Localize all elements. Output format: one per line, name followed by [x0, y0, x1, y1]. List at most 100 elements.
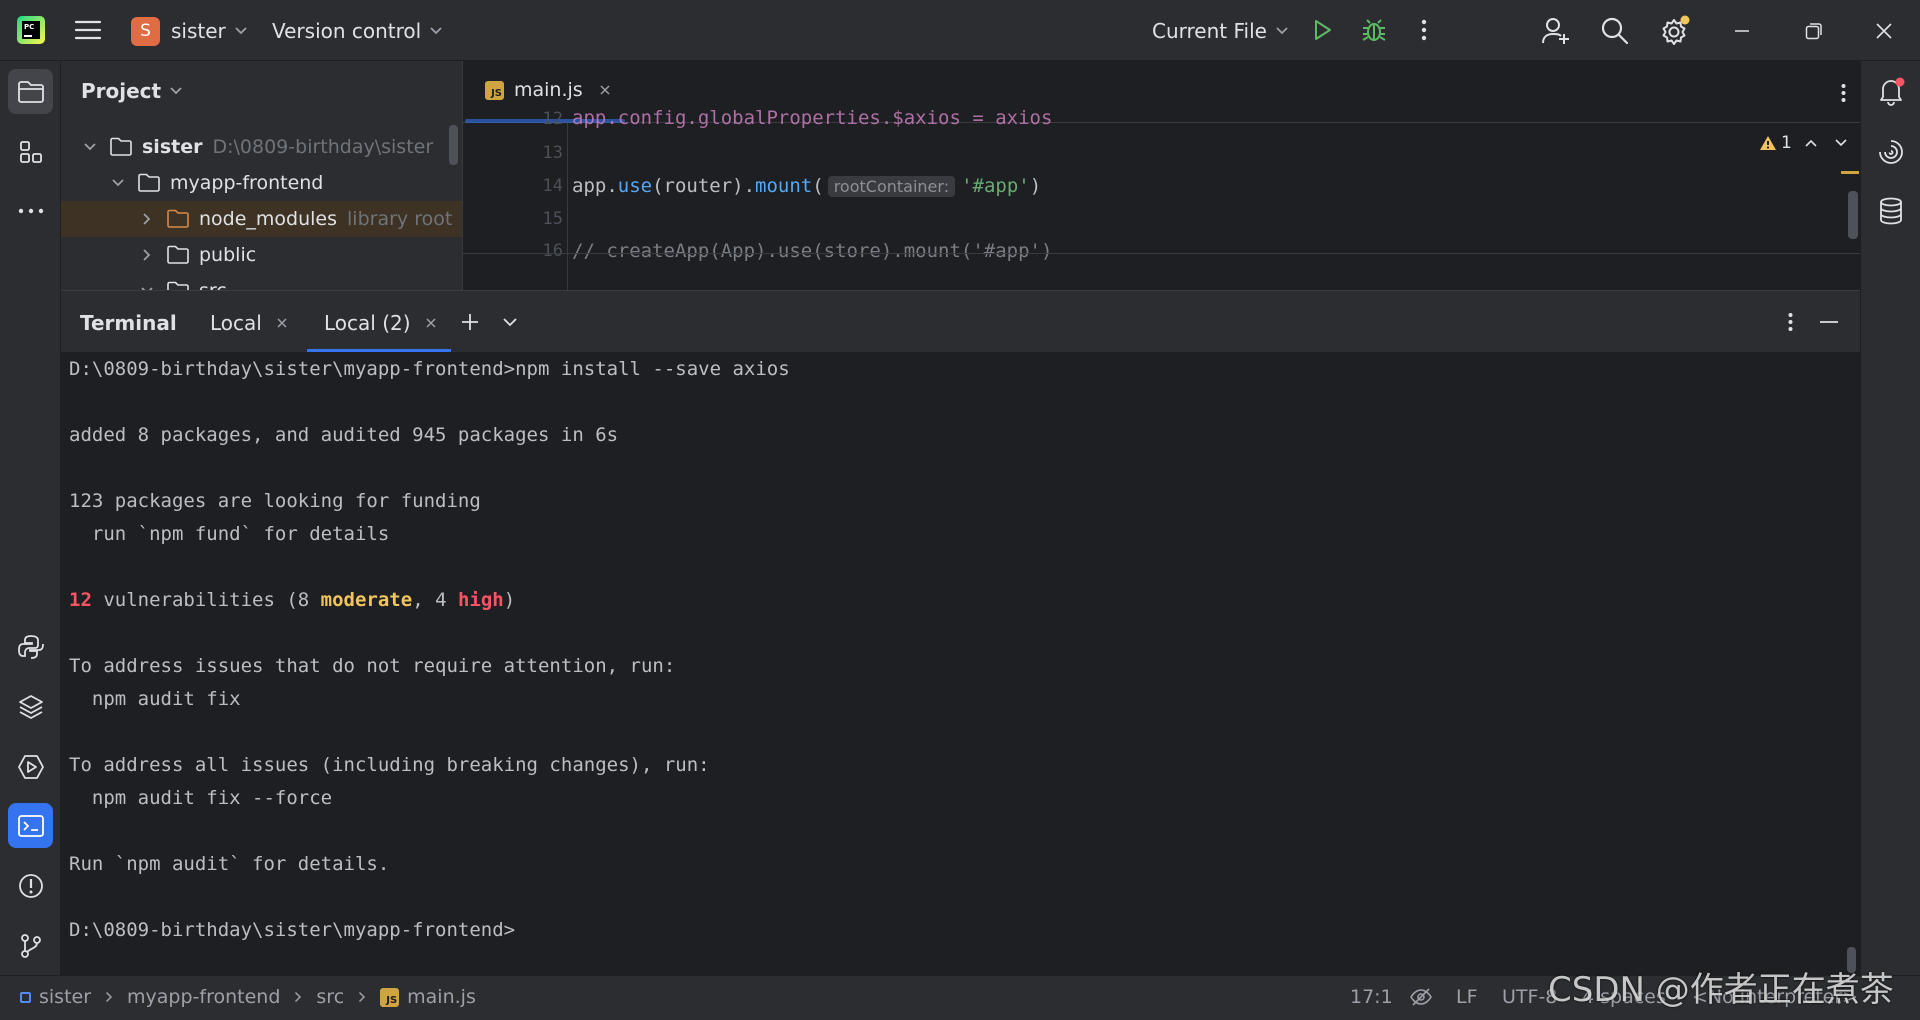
code-token: '#app' — [961, 175, 1030, 197]
tree-item-node-modules[interactable]: node_modules library root — [61, 201, 462, 237]
breadcrumb-item[interactable]: sister — [39, 986, 91, 1008]
hide-panel-minimize-icon[interactable] — [1816, 309, 1842, 335]
ai-assistant-icon[interactable] — [1875, 136, 1907, 168]
structure-icon[interactable] — [8, 129, 53, 174]
code-token: ( — [812, 175, 824, 197]
no-inspections-eye-icon[interactable] — [1410, 988, 1432, 1011]
layers-icon[interactable] — [8, 684, 53, 729]
chevron-down-icon — [169, 86, 183, 96]
terminal-icon[interactable] — [8, 803, 53, 848]
run-config-label: Current File — [1152, 19, 1267, 43]
git-branch-icon[interactable] — [8, 923, 53, 968]
chevron-right-icon — [294, 991, 302, 1003]
previous-highlight-icon[interactable] — [1804, 138, 1818, 148]
terminal-line: D:\0809-birthday\sister\myapp-frontend>n… — [69, 358, 790, 380]
code-line-14: app.use(router).mount(rootContainer: '#ap… — [572, 175, 1041, 197]
project-panel-header[interactable]: Project — [81, 79, 183, 103]
more-tools-icon[interactable] — [8, 188, 53, 233]
search-icon[interactable] — [1600, 16, 1630, 46]
tree-item-hint: library root — [347, 208, 453, 230]
moderate-label: moderate — [320, 589, 413, 611]
tree-item-label: src — [199, 280, 227, 290]
warning-stripe-mark[interactable] — [1841, 171, 1859, 174]
project-selector[interactable]: S sister — [131, 14, 248, 48]
caret-position[interactable]: 17:1 — [1350, 986, 1393, 1008]
terminal-line: npm audit fix — [69, 688, 241, 710]
editor-divider — [463, 253, 1860, 254]
breadcrumb-item[interactable]: main.js — [407, 986, 476, 1008]
project-panel-scrollbar[interactable] — [449, 125, 458, 165]
terminal-line: Run `npm audit` for details. — [69, 853, 390, 875]
tree-item-src[interactable]: src — [61, 273, 462, 290]
terminal-line: added 8 packages, and audited 945 packag… — [69, 424, 619, 446]
python-console-icon[interactable] — [8, 624, 53, 669]
database-icon[interactable] — [1875, 195, 1907, 227]
code-line-12: app.config.globalProperties.$axios = axi… — [572, 107, 1053, 129]
terminal-more-icon[interactable] — [1777, 309, 1803, 335]
close-tab-icon[interactable] — [425, 317, 437, 329]
main-menu-icon[interactable] — [74, 18, 102, 42]
tree-item-label: node_modules — [199, 208, 338, 230]
inspection-widget[interactable]: 1 — [1759, 133, 1848, 153]
version-control-menu[interactable]: Version control — [272, 14, 443, 48]
services-icon[interactable] — [8, 744, 53, 789]
terminal-line: To address issues that do not require at… — [69, 655, 676, 677]
terminal-options-chevron-down-icon[interactable] — [497, 309, 523, 335]
chevron-right-icon — [138, 248, 156, 262]
next-highlight-icon[interactable] — [1834, 138, 1848, 148]
project-badge: S — [131, 16, 160, 46]
code-token: app. — [572, 175, 618, 197]
run-config-selector[interactable]: Current File — [1152, 14, 1289, 48]
project-name: sister — [171, 19, 226, 43]
editor-tab-main-js[interactable]: JS main.js — [485, 79, 611, 101]
gear-icon[interactable] — [1659, 15, 1691, 47]
editor-pane: JS main.js 12 13 14 15 16 app.config.glo… — [462, 61, 1860, 290]
app-logo-icon[interactable]: PC — [16, 15, 46, 45]
chevron-down-icon — [429, 26, 443, 36]
new-terminal-plus-icon[interactable] — [457, 309, 483, 335]
code-area[interactable]: app.config.globalProperties.$axios = axi… — [567, 107, 1767, 290]
line-ending[interactable]: LF — [1456, 986, 1478, 1008]
problems-icon[interactable] — [8, 863, 53, 908]
breadcrumb: sister myapp-frontend src JS main.js — [20, 986, 476, 1008]
add-user-icon[interactable] — [1541, 16, 1571, 46]
editor-scrollbar[interactable] — [1848, 191, 1858, 239]
folder-icon — [166, 209, 190, 229]
terminal-tab-local-2[interactable]: Local (2) — [324, 311, 437, 335]
tree-item-sister[interactable]: sister D:\0809-birthday\sister — [61, 129, 462, 165]
minimize-icon[interactable] — [1727, 16, 1757, 46]
line-number: 12 — [542, 109, 563, 129]
breadcrumb-item[interactable]: myapp-frontend — [127, 986, 280, 1008]
editor-more-icon[interactable] — [1833, 83, 1853, 107]
breadcrumb-item[interactable]: src — [316, 986, 344, 1008]
more-actions-icon[interactable] — [1410, 16, 1438, 44]
tree-item-label: sister — [142, 136, 203, 158]
chevron-right-icon — [138, 212, 156, 226]
line-number: 13 — [542, 143, 563, 163]
close-tab-icon[interactable] — [599, 84, 611, 96]
notifications-bell-icon[interactable] — [1875, 75, 1907, 107]
module-icon — [20, 991, 31, 1003]
project-panel-title: Project — [81, 79, 162, 103]
terminal-text: vulnerabilities (8 — [91, 589, 321, 611]
tree-item-public[interactable]: public — [61, 237, 462, 273]
terminal-line: npm audit fix --force — [69, 787, 333, 809]
project-panel: Project sister D:\0809-birthday\sister m… — [61, 61, 462, 290]
restore-icon[interactable] — [1799, 16, 1829, 46]
folder-icon — [137, 173, 161, 193]
tree-item-label: myapp-frontend — [170, 172, 324, 194]
terminal-output[interactable]: D:\0809-birthday\sister\myapp-frontend> n… — [61, 352, 1860, 975]
project-tool-folder-icon[interactable] — [8, 69, 53, 114]
debug-icon[interactable] — [1360, 16, 1388, 44]
close-icon[interactable] — [1869, 16, 1899, 46]
run-icon[interactable] — [1308, 16, 1336, 44]
tree-item-myapp-frontend[interactable]: myapp-frontend — [61, 165, 462, 201]
js-file-icon: JS — [485, 80, 504, 100]
close-tab-icon[interactable] — [276, 317, 288, 329]
chevron-down-icon — [1275, 26, 1289, 36]
code-token: mount — [755, 175, 813, 197]
warning-count: 1 — [1781, 133, 1792, 153]
chevron-down-icon — [81, 142, 99, 152]
terminal-tab-local[interactable]: Local — [210, 311, 288, 335]
code-line-16: // createApp(App).use(store).mount('#app… — [572, 240, 1053, 262]
